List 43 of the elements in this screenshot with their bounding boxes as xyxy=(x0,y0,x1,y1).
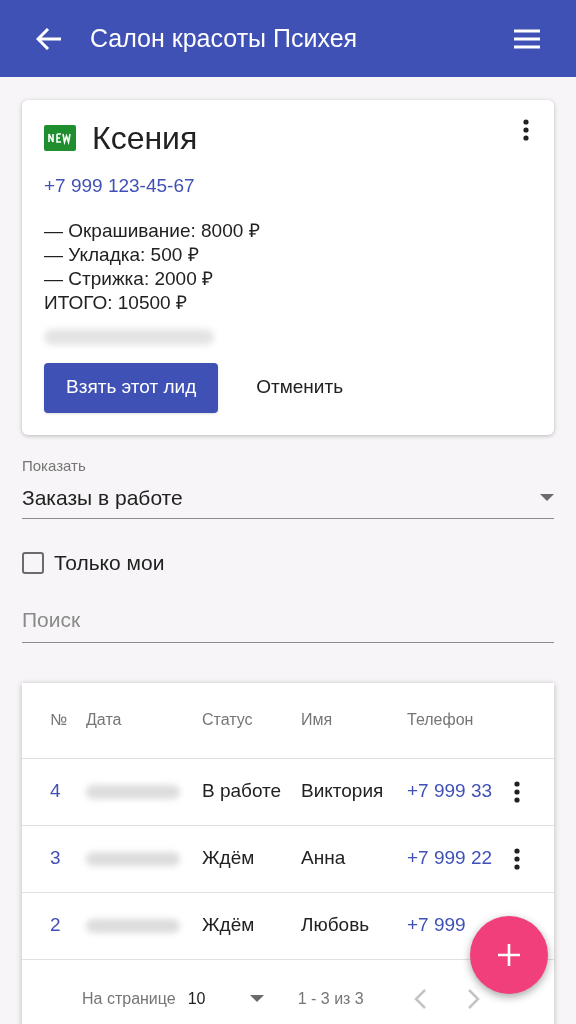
table-cell: В работе xyxy=(202,780,282,802)
checkbox-label: Только мои xyxy=(54,550,165,576)
lead-name: Ксения xyxy=(92,119,198,158)
phone-link[interactable]: +7 999 22 xyxy=(407,847,493,869)
app-title: Салон красоты Психея xyxy=(90,22,359,54)
cancel-button[interactable]: Отменить xyxy=(234,362,366,413)
more-icon[interactable] xyxy=(522,118,530,142)
table-cell: Ждём xyxy=(202,914,255,936)
rows-per-page-select[interactable]: 10 xyxy=(187,986,264,1011)
order-number-link[interactable]: 2 xyxy=(50,914,61,936)
order-line: — Укладка: 500 ₽ xyxy=(44,242,199,267)
rows-per-page-label: На странице xyxy=(82,988,176,1009)
table-cell: Любовь xyxy=(301,914,370,936)
show-select[interactable]: Заказы в работе xyxy=(22,477,554,519)
take-lead-button[interactable]: Взять этот лид xyxy=(44,362,219,413)
table-cell: Анна xyxy=(301,847,346,869)
new-badge-icon xyxy=(44,125,76,151)
checkbox[interactable] xyxy=(22,551,44,574)
column-header: Статус xyxy=(202,711,253,728)
search-field[interactable]: Поиск xyxy=(22,598,554,643)
table-cell: Виктория xyxy=(301,780,384,802)
order-line: — Стрижка: 2000 ₽ xyxy=(44,266,213,291)
column-header: Дата xyxy=(86,711,122,728)
phone-link[interactable]: +7 999 xyxy=(407,914,466,936)
menu-icon[interactable] xyxy=(514,28,540,49)
dropdown-icon xyxy=(249,994,264,1003)
back-arrow-icon[interactable] xyxy=(36,27,62,50)
order-line: ИТОГО: 10500 ₽ xyxy=(44,290,187,315)
order-line: — Окрашивание: 8000 ₽ xyxy=(44,218,260,243)
column-header: № xyxy=(50,711,68,728)
phone-link[interactable]: +7 999 33 xyxy=(407,780,493,802)
more-icon[interactable] xyxy=(513,846,521,871)
dropdown-icon xyxy=(540,493,554,502)
order-number-link[interactable]: 3 xyxy=(50,847,61,869)
page-range: 1 - 3 из 3 xyxy=(297,988,364,1009)
order-number-link[interactable]: 4 xyxy=(50,780,61,802)
field-label: Показать xyxy=(22,455,86,476)
plus-icon xyxy=(498,944,520,966)
table-cell: Ждём xyxy=(202,847,255,869)
more-icon[interactable] xyxy=(513,779,521,804)
column-header: Имя xyxy=(301,711,333,728)
lead-phone[interactable]: +7 999 123-45-67 xyxy=(44,172,195,201)
column-header: Телефон xyxy=(407,711,474,728)
